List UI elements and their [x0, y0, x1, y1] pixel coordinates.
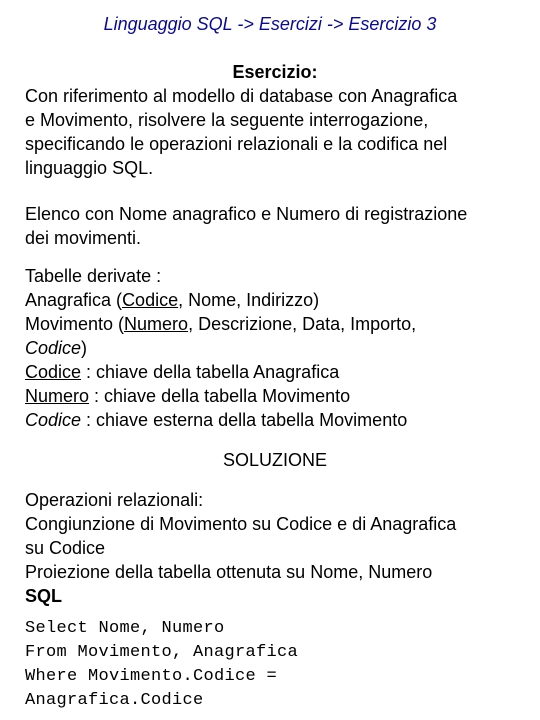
- sql-line: Select Nome, Numero: [25, 619, 225, 638]
- sql-line: Where Movimento.Codice =: [25, 667, 278, 686]
- exercise-line: linguaggio SQL.: [25, 158, 154, 178]
- page-title: Linguaggio SQL -> Esercizi -> Esercizio …: [103, 14, 437, 34]
- key-field: Numero: [25, 386, 90, 406]
- key-field: Codice: [25, 362, 82, 382]
- request-line: dei movimenti.: [25, 228, 142, 248]
- table-fields: , Descrizione, Data, Importo,: [188, 314, 417, 334]
- sql-line: From Movimento, Anagrafica: [25, 643, 299, 662]
- request-line: Elenco con Nome anagrafico e Numero di r…: [25, 204, 468, 224]
- solution-heading-block: SOLUZIONE: [25, 448, 525, 472]
- table-movimento-cont: Codice): [25, 336, 525, 360]
- key-text: : chiave della tabella Movimento: [89, 386, 351, 406]
- exercise-section: Esercizio: Con riferimento al modello di…: [25, 60, 525, 180]
- operations-section: Operazioni relazionali: Congiunzione di …: [25, 488, 525, 608]
- key-field: Codice: [25, 410, 82, 430]
- foreign-key: Codice: [25, 338, 82, 358]
- sql-code: Select Nome, Numero From Movimento, Anag…: [25, 617, 525, 713]
- table-fields: , Nome, Indirizzo): [178, 290, 320, 310]
- request-section: Elenco con Nome anagrafico e Numero di r…: [25, 202, 525, 250]
- table-movimento: Movimento (Numero, Descrizione, Data, Im…: [25, 312, 525, 336]
- primary-key: Numero: [124, 314, 189, 334]
- key-description: Numero : chiave della tabella Movimento: [25, 384, 525, 408]
- key-text: : chiave della tabella Anagrafica: [81, 362, 340, 382]
- operation-line: Congiunzione di Movimento su Codice e di…: [25, 514, 457, 534]
- operations-heading: Operazioni relazionali:: [25, 490, 204, 510]
- table-name: Anagrafica (: [25, 290, 123, 310]
- close-paren: ): [81, 338, 88, 358]
- tables-section: Tabelle derivate : Anagrafica (Codice, N…: [25, 264, 525, 432]
- key-description: Codice : chiave esterna della tabella Mo…: [25, 408, 525, 432]
- table-anagrafica: Anagrafica (Codice, Nome, Indirizzo): [25, 288, 525, 312]
- sql-line: Anagrafica.Codice: [25, 691, 204, 710]
- key-text: : chiave esterna della tabella Movimento: [81, 410, 408, 430]
- solution-heading: SOLUZIONE: [222, 450, 328, 470]
- key-description: Codice : chiave della tabella Anagrafica: [25, 360, 525, 384]
- table-name: Movimento (: [25, 314, 125, 334]
- exercise-line: e Movimento, risolvere la seguente inter…: [25, 110, 429, 130]
- exercise-heading: Esercizio:: [232, 62, 318, 82]
- operation-line: Proiezione della tabella ottenuta su Nom…: [25, 562, 433, 582]
- tables-heading: Tabelle derivate :: [25, 266, 162, 286]
- primary-key: Codice: [122, 290, 179, 310]
- operation-line: su Codice: [25, 538, 106, 558]
- exercise-line: specificando le operazioni relazionali e…: [25, 134, 448, 154]
- sql-heading: SQL: [25, 586, 63, 606]
- exercise-line: Con riferimento al modello di database c…: [25, 86, 458, 106]
